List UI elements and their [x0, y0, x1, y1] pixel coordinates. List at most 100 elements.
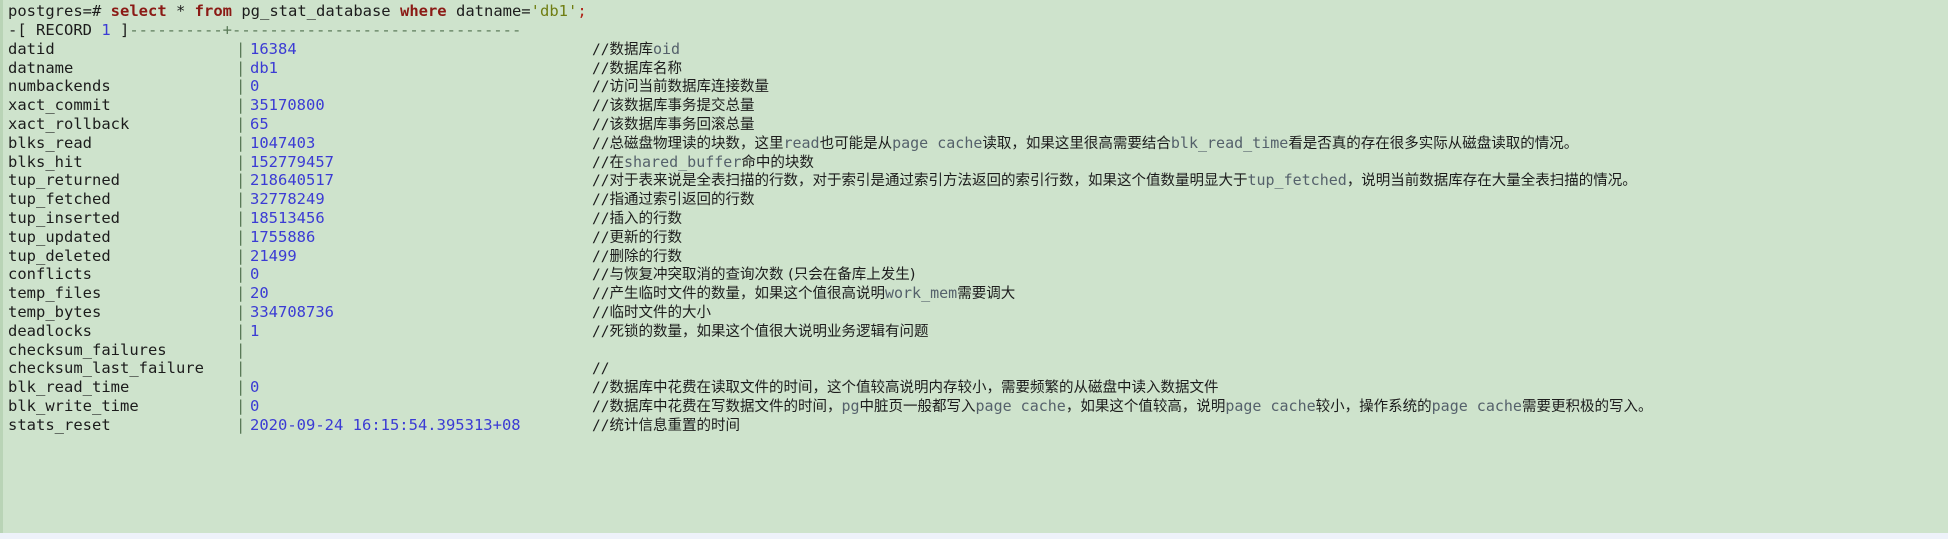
record-row: blks_hit | 152779457 //在shared_buffer命中的块数 [8, 153, 1948, 172]
terminal-window[interactable]: postgres=# select * from pg_stat_databas… [0, 0, 1948, 539]
column-separator: | [236, 227, 246, 246]
comment-text: 也可能是从 [819, 135, 893, 152]
comment-marker: // [592, 79, 610, 96]
row-comment: //临时文件的大小 [592, 305, 711, 321]
column-separator: | [236, 302, 246, 321]
row-comment: //数据库oid [592, 39, 681, 58]
column-name: stats_reset [8, 415, 111, 434]
terminal-left-edge [0, 0, 3, 539]
record-row: xact_rollback | 65 //该数据库事务回滚总量 [8, 115, 1948, 134]
record-label-prefix: -[ RECORD [8, 21, 102, 39]
column-name: tup_fetched [8, 190, 111, 209]
column-name: blk_write_time [8, 396, 139, 415]
column-name: temp_bytes [8, 302, 102, 321]
column-name: conflicts [8, 265, 92, 284]
comment-marker: // [592, 98, 610, 115]
row-comment: //该数据库事务提交总量 [592, 98, 754, 114]
record-plus: + [222, 21, 233, 39]
comment-marker: // [592, 248, 610, 265]
comment-text: 更新的行数 [609, 229, 682, 246]
comment-code-identifier: pg [841, 396, 860, 415]
record-row: tup_returned | 218640517 //对于表来说是全表扫描的行数，对于… [8, 171, 1948, 190]
comment-marker: // [592, 116, 610, 133]
comment-marker: // [592, 135, 610, 152]
column-value: 152779457 [250, 152, 334, 171]
row-comment: //总磁盘物理读的块数，这里read也可能是从page cache读取，如果这里… [592, 133, 1579, 152]
record-row: tup_updated | 1755886 //更新的行数 [8, 228, 1948, 247]
column-name: datid [8, 39, 55, 58]
column-value: 1755886 [250, 227, 316, 246]
column-name: datname [8, 58, 74, 77]
comment-text: 数据库中花费在写数据文件的时间， [609, 398, 842, 415]
record-dashes-right: ------------------------------- [232, 21, 522, 39]
comment-text: 命中的块数 [741, 154, 814, 171]
column-name: blks_read [8, 133, 92, 152]
record-header-line: -[ RECORD 1 ]----------+----------------… [8, 21, 1948, 40]
row-comment: //指通过索引返回的行数 [592, 192, 754, 208]
row-comment: //更新的行数 [592, 230, 682, 246]
comment-marker: // [592, 210, 610, 227]
comment-marker: // [592, 323, 610, 340]
comment-text: 需要调大 [957, 286, 1016, 303]
column-value: 32778249 [250, 190, 325, 209]
record-row: tup_deleted | 21499 //删除的行数 [8, 247, 1948, 266]
column-separator: | [236, 359, 246, 378]
column-separator: | [236, 152, 246, 171]
record-row: numbackends | 0 //访问当前数据库连接数量 [8, 77, 1948, 96]
comment-marker: // [592, 398, 610, 415]
column-name: tup_deleted [8, 246, 111, 265]
column-value: 2020-09-24 16:15:54.395313+08 [250, 415, 521, 434]
column-separator: | [236, 114, 246, 133]
comment-marker: // [592, 229, 610, 246]
comment-text: ，如果这个值较高，说明 [1065, 398, 1226, 415]
sql-semicolon: ; [577, 2, 587, 20]
column-value: 334708736 [250, 302, 334, 321]
column-name: xact_commit [8, 96, 111, 115]
column-name: deadlocks [8, 321, 92, 340]
column-separator: | [236, 321, 246, 340]
column-value: 21499 [250, 246, 297, 265]
terminal-bottom-edge [0, 533, 1948, 539]
comment-code-identifier: page cache [975, 396, 1066, 415]
row-comment: //访问当前数据库连接数量 [592, 79, 769, 95]
record-row: temp_bytes | 334708736 //临时文件的大小 [8, 303, 1948, 322]
column-separator: | [236, 133, 246, 152]
comment-text: 指通过索引返回的行数 [609, 192, 755, 209]
comment-marker: // [592, 286, 610, 303]
sql-keyword-from: from [194, 2, 232, 20]
record-rows: datid | 16384//数据库oid datname | db1//数据库名称 num… [8, 40, 1948, 435]
column-separator: | [236, 58, 246, 77]
comment-code-identifier: tup_fetched [1247, 171, 1347, 190]
row-comment: //该数据库事务回滚总量 [592, 117, 754, 133]
record-dashes-left: ---------- [129, 21, 223, 39]
comment-code-identifier: page cache [1225, 396, 1316, 415]
comment-text: 总磁盘物理读的块数，这里 [609, 135, 784, 152]
comment-text: 对于表来说是全表扫描的行数，对于索引是通过索引方法返回的索引行数，如果这个值数量… [609, 173, 1248, 190]
column-value: 218640517 [250, 171, 334, 190]
record-number: 1 [101, 21, 111, 39]
comment-text: 访问当前数据库连接数量 [609, 79, 769, 96]
comment-marker: // [592, 417, 610, 434]
comment-code-identifier: oid [652, 39, 681, 58]
comment-text: 在 [609, 154, 624, 171]
record-row: blks_read | 1047403 //总磁盘物理读的块数，这里read也可能是从… [8, 134, 1948, 153]
comment-code-identifier: page cache [1431, 396, 1522, 415]
comment-text: 统计信息重置的时间 [609, 417, 740, 434]
column-separator: | [236, 208, 246, 227]
comment-code-identifier: blk_read_time [1170, 133, 1289, 152]
column-name: tup_updated [8, 227, 111, 246]
record-row: deadlocks | 1 //死锁的数量，如果这个值很大说明业务逻辑有问题 [8, 322, 1948, 341]
comment-text: 看是否真的存在很多实际从磁盘读取的情况。 [1288, 135, 1579, 152]
sql-keyword-where: where [399, 2, 447, 20]
comment-text: ，说明当前数据库存在大量全表扫描的情况。 [1346, 173, 1637, 190]
comment-code-identifier: work_mem [884, 284, 958, 303]
record-row: datid | 16384 //数据库oid [8, 40, 1948, 59]
comment-text: 数据库中花费在读取文件的时间，这个值较高说明内存较小，需要频繁的从磁盘中读入数据… [609, 380, 1219, 397]
column-value: 1 [250, 321, 260, 340]
column-name: temp_files [8, 284, 102, 303]
command-prompt-line: postgres=# select * from pg_stat_databas… [8, 2, 1948, 21]
column-separator: | [236, 396, 246, 415]
row-comment: //统计信息重置的时间 [592, 418, 740, 434]
comment-text: 与恢复冲突取消的查询次数 (只会在备库上发生) [609, 267, 916, 284]
column-separator: | [236, 96, 246, 115]
